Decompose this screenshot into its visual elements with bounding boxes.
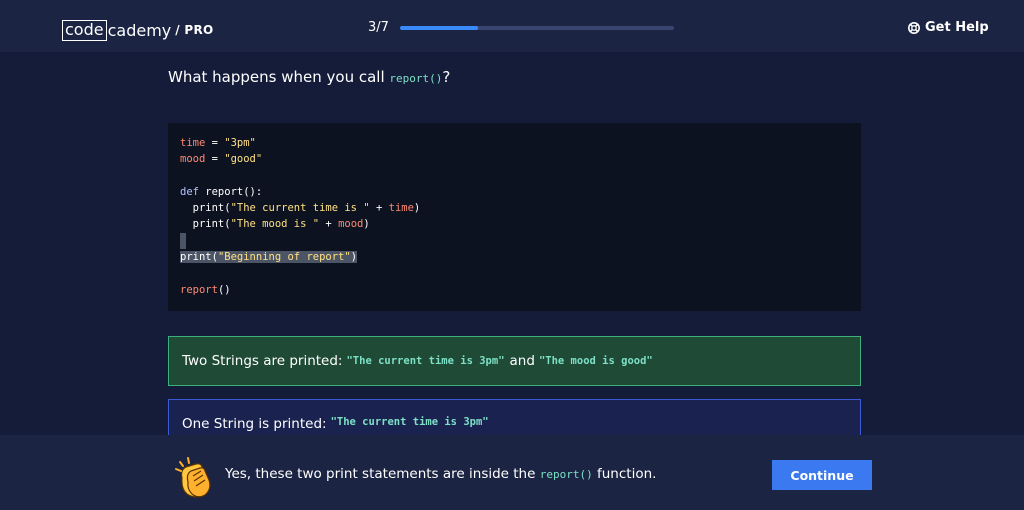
question-prefix: What happens when you call: [168, 68, 390, 86]
lifebuoy-icon: [908, 21, 920, 34]
progress-bar: [400, 26, 674, 30]
question-code: report(): [389, 72, 443, 85]
code-token: ): [413, 202, 421, 214]
logo-wordmark: cademy: [107, 20, 172, 40]
answer-text: One String is printed:: [182, 416, 327, 432]
selection-gutter: [180, 233, 186, 249]
selected-text: print("Beginning of report"): [180, 251, 358, 263]
logo-pro-label: / PRO: [175, 23, 214, 37]
code-token: mood: [338, 218, 364, 230]
question-title: What happens when you call report()?: [168, 68, 450, 86]
get-help-label: Get Help: [925, 20, 989, 35]
code-token: ): [363, 218, 370, 230]
code-token: "The current time is ": [230, 202, 370, 214]
logo-code-box: code: [62, 19, 107, 41]
feedback-prefix: Yes, these two print statements are insi…: [225, 466, 540, 482]
question-suffix: ?: [442, 68, 451, 86]
code-line-8: print("Beginning of report"): [180, 249, 358, 265]
code-line-10: report(): [180, 282, 231, 298]
code-token: "3pm": [224, 137, 256, 149]
get-help-button[interactable]: Get Help: [908, 20, 989, 35]
code-token: "The mood is ": [230, 218, 320, 230]
top-bar: code cademy / PRO 3/7 Get Help: [0, 0, 1024, 52]
code-line-2: mood = "good": [180, 151, 262, 167]
code-line-5: print("The current time is " + time): [180, 200, 421, 216]
code-token: print(: [180, 218, 231, 230]
answer-option[interactable]: One String is printed: "The current time…: [168, 399, 861, 439]
code-line-6: print("The mood is " + mood): [180, 216, 370, 232]
feedback-suffix: function.: [592, 466, 657, 482]
continue-button[interactable]: Continue: [772, 460, 872, 490]
code-line-1: time = "3pm": [180, 135, 256, 151]
code-token: +: [369, 202, 389, 214]
progress-bar-fill: [400, 26, 479, 30]
code-token: "Beginning of report": [217, 251, 351, 263]
code-line-4: def report():: [180, 184, 262, 200]
answer-text: Two Strings are printed:: [182, 353, 343, 369]
code-token: +: [319, 218, 339, 230]
code-block[interactable]: time = "3pm" mood = "good" def report():…: [168, 123, 861, 311]
answer-code: "The current time is 3pm": [346, 355, 505, 367]
codecademy-logo[interactable]: code cademy / PRO: [62, 18, 214, 42]
code-token: mood: [180, 153, 206, 165]
progress-counter: 3/7: [368, 20, 389, 35]
code-token: report: [180, 284, 218, 296]
code-token: print(: [180, 202, 231, 214]
code-token: ): [350, 251, 358, 263]
clapping-hands-icon: [175, 457, 211, 498]
code-token: =: [205, 137, 225, 149]
code-token: time: [180, 137, 206, 149]
code-token: (): [217, 284, 231, 296]
answer-option-correct[interactable]: Two Strings are printed: "The current ti…: [168, 336, 861, 386]
answer-code: "The current time is 3pm": [330, 416, 489, 428]
answer-code: "The mood is good": [538, 355, 653, 367]
code-token: print(: [180, 251, 218, 263]
code-token: report():: [198, 186, 263, 198]
feedback-code: report(): [539, 468, 593, 481]
code-token: def: [180, 186, 199, 198]
code-token: time: [388, 202, 414, 214]
code-token: "good": [224, 153, 263, 165]
code-token: =: [205, 153, 225, 165]
feedback-message: Yes, these two print statements are insi…: [225, 466, 656, 482]
answer-joiner: and: [509, 353, 535, 369]
